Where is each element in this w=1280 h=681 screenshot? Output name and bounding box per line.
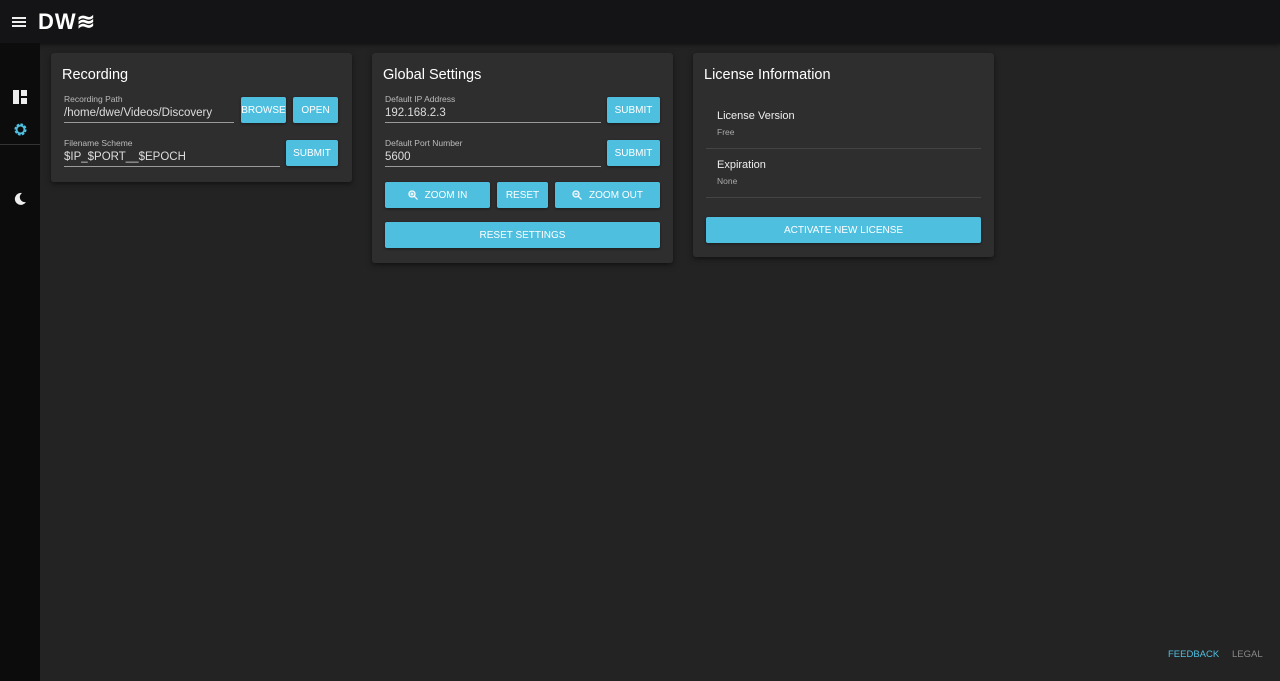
- license-version-item: License Version Free: [706, 100, 981, 149]
- filename-submit-button[interactable]: SUBMIT: [286, 140, 338, 166]
- button-label: ZOOM OUT: [589, 189, 643, 201]
- item-title: Expiration: [717, 159, 766, 171]
- zoom-out-button[interactable]: ZOOM OUT: [555, 182, 660, 208]
- sidebar: [0, 43, 40, 681]
- field-value: /home/dwe/Videos/Discovery: [64, 107, 213, 119]
- license-card: License Information License Version Free…: [693, 53, 994, 257]
- expiration-item: Expiration None: [706, 149, 981, 198]
- card-title: License Information: [704, 67, 831, 83]
- field-label: Filename Scheme: [64, 138, 133, 148]
- recording-card: Recording Recording Path /home/dwe/Video…: [51, 53, 352, 182]
- global-settings-card: Global Settings Default IP Address 192.1…: [372, 53, 673, 263]
- reset-zoom-button[interactable]: RESET: [497, 182, 548, 208]
- browse-button[interactable]: BROWSE: [241, 97, 286, 123]
- hamburger-menu-icon[interactable]: [12, 16, 26, 27]
- item-value: Free: [717, 127, 735, 137]
- field-value: $IP_$PORT__$EPOCH: [64, 151, 186, 163]
- activate-license-button[interactable]: ACTIVATE NEW LICENSE: [706, 217, 981, 243]
- open-button[interactable]: OPEN: [293, 97, 338, 123]
- reset-settings-button[interactable]: RESET SETTINGS: [385, 222, 660, 248]
- settings-gear-icon[interactable]: [11, 120, 29, 138]
- port-submit-button[interactable]: SUBMIT: [607, 140, 660, 166]
- zoom-in-button[interactable]: ZOOM IN: [385, 182, 490, 208]
- zoom-out-icon: [572, 190, 582, 200]
- sidebar-divider: [0, 144, 40, 145]
- dwe-logo: DW≋: [38, 8, 97, 34]
- zoom-in-icon: [407, 190, 418, 200]
- field-value: 192.168.2.3: [385, 107, 446, 119]
- dark-mode-moon-icon[interactable]: [11, 190, 29, 208]
- field-label: Default Port Number: [385, 138, 463, 148]
- field-value: 5600: [385, 151, 411, 163]
- filename-scheme-input[interactable]: Filename Scheme $IP_$PORT__$EPOCH: [64, 138, 280, 167]
- item-value: None: [717, 176, 738, 186]
- ip-address-input[interactable]: Default IP Address 192.168.2.3: [385, 94, 601, 123]
- dashboard-icon[interactable]: [11, 88, 29, 106]
- field-label: Recording Path: [64, 94, 123, 104]
- feedback-link[interactable]: FEEDBACK: [1168, 649, 1219, 660]
- card-title: Recording: [62, 67, 129, 83]
- top-bar: DW≋: [0, 0, 1280, 43]
- field-label: Default IP Address: [385, 94, 456, 104]
- button-label: ZOOM IN: [424, 189, 468, 201]
- card-title: Global Settings: [383, 67, 482, 83]
- ip-submit-button[interactable]: SUBMIT: [607, 97, 660, 123]
- legal-link[interactable]: LEGAL: [1232, 649, 1263, 660]
- item-title: License Version: [717, 110, 795, 122]
- recording-path-input[interactable]: Recording Path /home/dwe/Videos/Discover…: [64, 94, 234, 123]
- port-number-input[interactable]: Default Port Number 5600: [385, 138, 601, 167]
